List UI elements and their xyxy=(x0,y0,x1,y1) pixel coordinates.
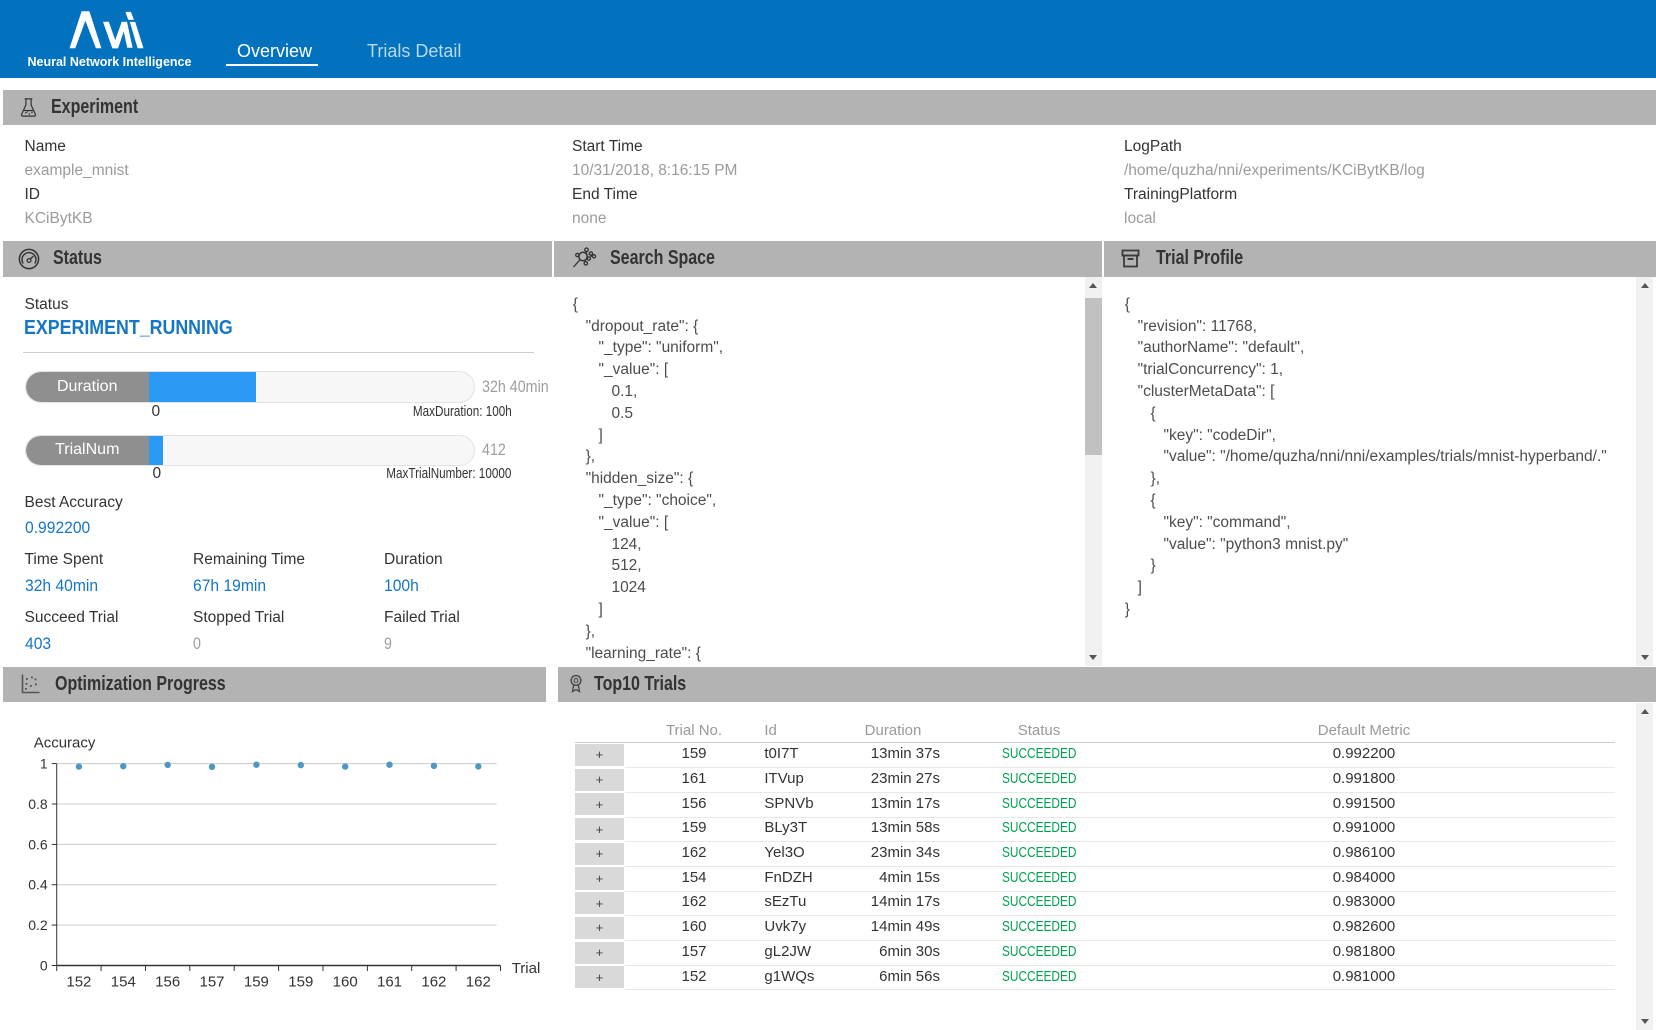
svg-text:Neural Network Intelligence: Neural Network Intelligence xyxy=(28,55,192,69)
svg-text:Trial: Trial xyxy=(512,960,541,977)
svg-text:0.6: 0.6 xyxy=(28,836,48,852)
svg-text:0.2: 0.2 xyxy=(28,917,48,933)
svg-text:0.4: 0.4 xyxy=(28,877,48,893)
svg-text:0: 0 xyxy=(40,958,48,974)
svg-text:160: 160 xyxy=(333,974,358,991)
svg-text:161: 161 xyxy=(377,974,402,991)
svg-text:156: 156 xyxy=(155,974,180,991)
svg-text:162: 162 xyxy=(466,974,491,991)
svg-text:Accuracy: Accuracy xyxy=(34,735,96,752)
svg-text:152: 152 xyxy=(66,974,91,991)
svg-text:154: 154 xyxy=(111,974,136,991)
svg-text:159: 159 xyxy=(288,974,313,991)
svg-text:157: 157 xyxy=(199,974,224,991)
svg-text:1: 1 xyxy=(40,756,48,772)
svg-text:162: 162 xyxy=(421,974,446,991)
svg-text:0.8: 0.8 xyxy=(28,796,48,812)
svg-text:159: 159 xyxy=(244,974,269,991)
